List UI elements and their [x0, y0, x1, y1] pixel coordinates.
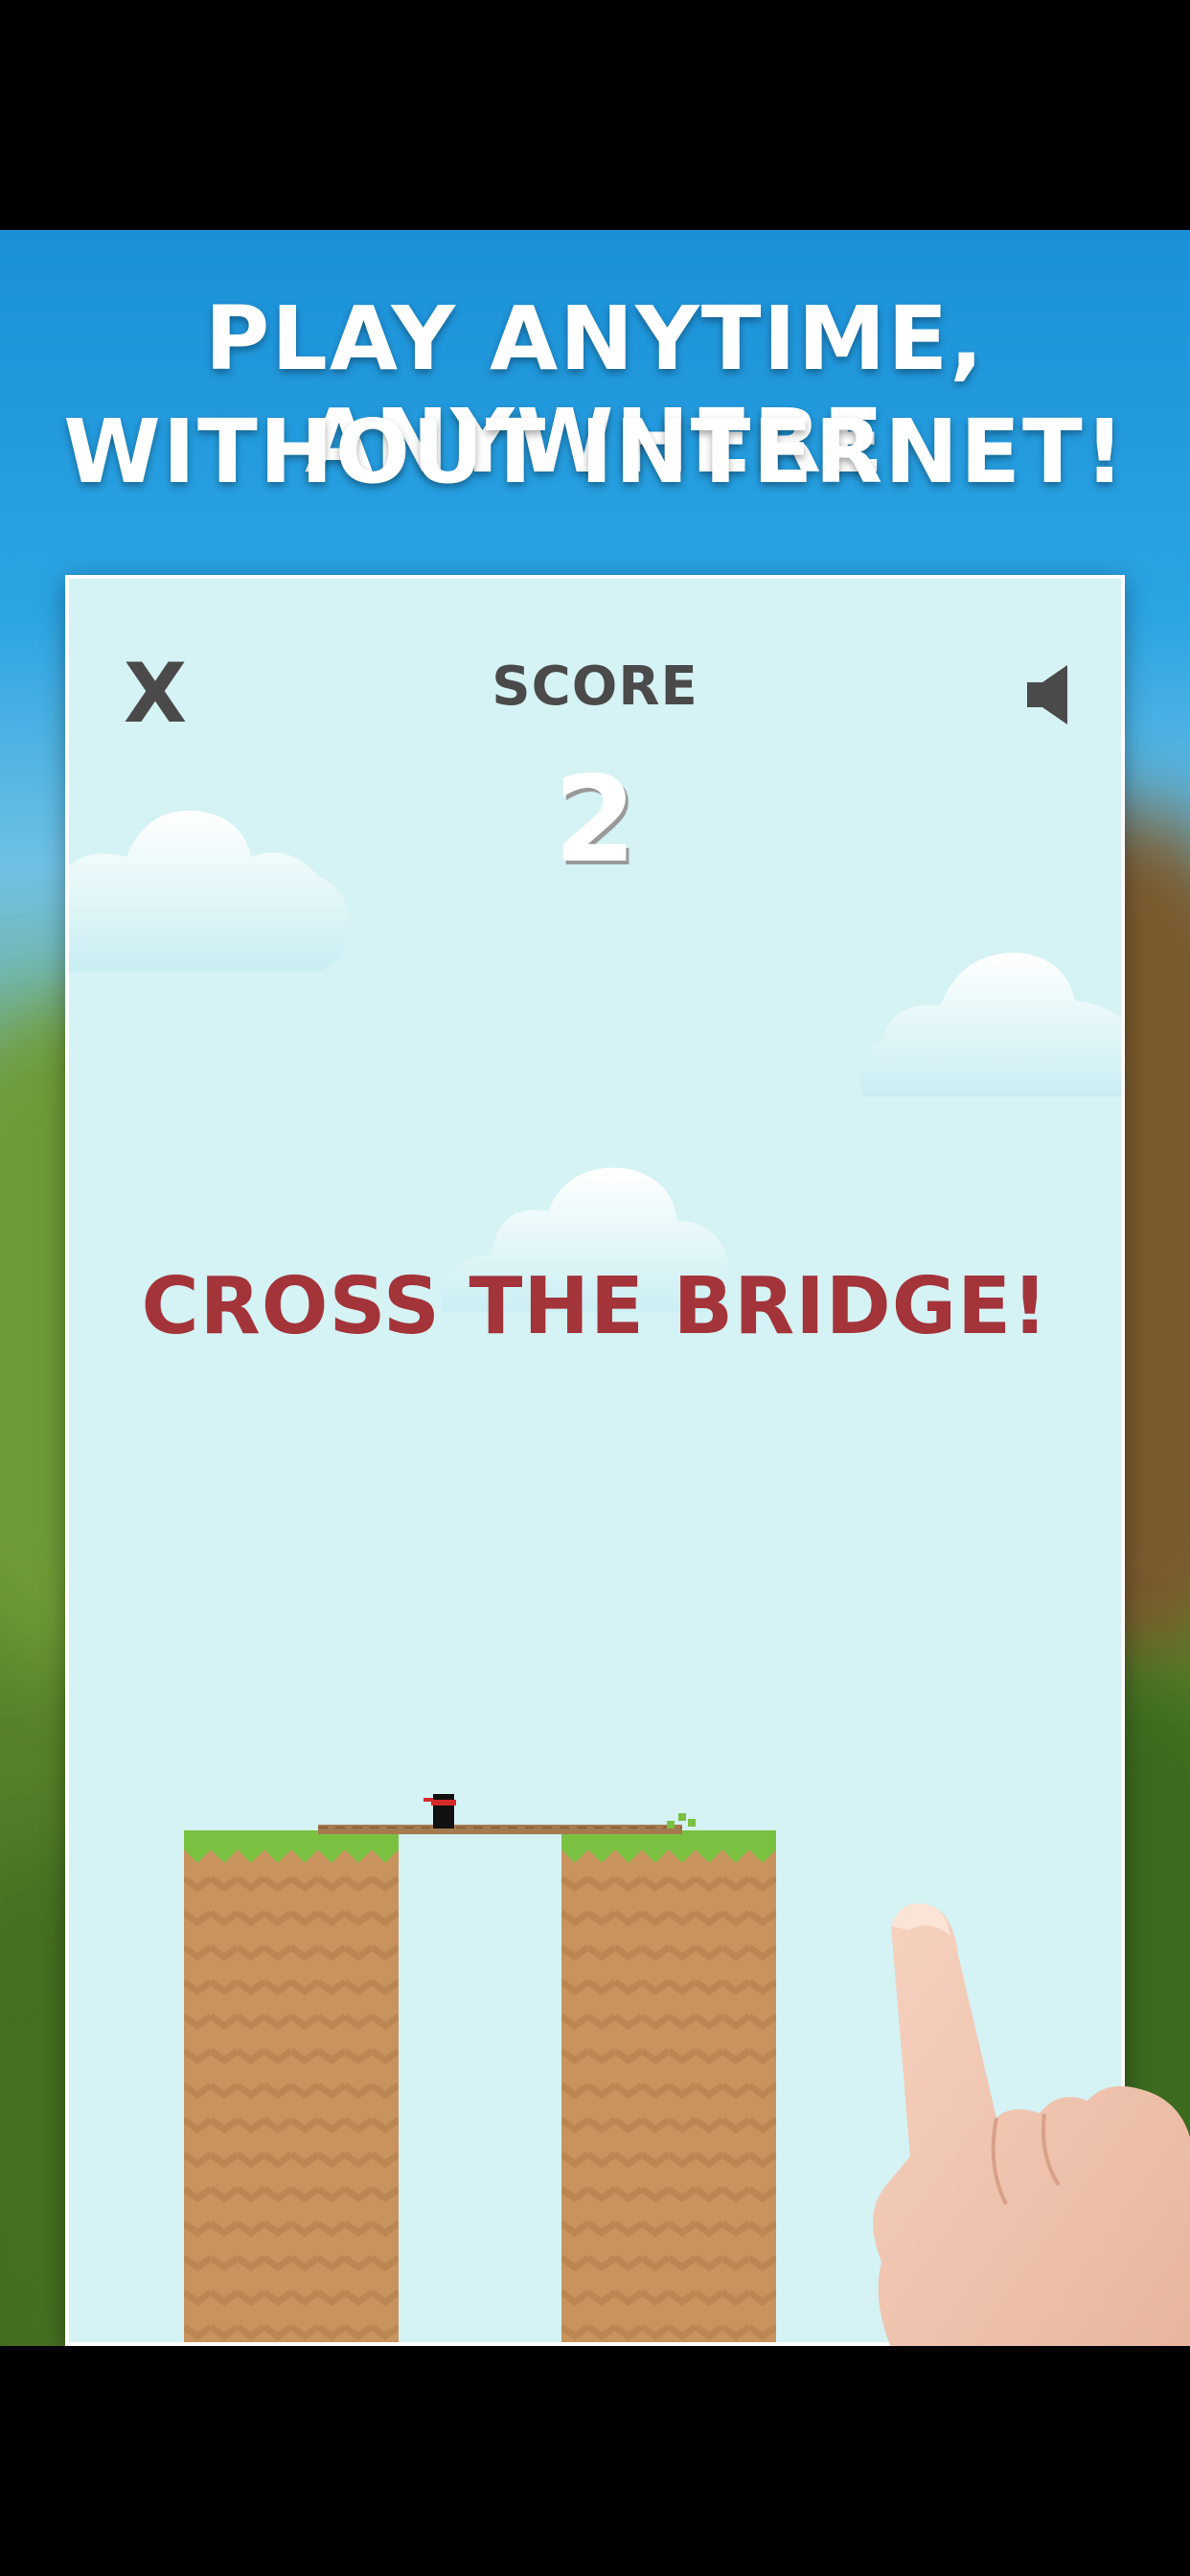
score-value: 2	[553, 751, 637, 889]
letterbox-bottom	[0, 2346, 1190, 2576]
screenshot-root: PLAY ANYTIME, ANYWHERE WITHOUT INTERNET!	[0, 0, 1190, 2576]
cloud-right	[859, 953, 1121, 1096]
score-label: SCORE	[492, 656, 698, 718]
bridge-plank	[318, 1825, 682, 1834]
right-pillar	[561, 1830, 776, 2342]
headline-line-2: WITHOUT INTERNET!	[63, 401, 1127, 503]
grass-debris	[667, 1813, 696, 1828]
speaker-icon	[1027, 665, 1067, 724]
ninja-player	[423, 1794, 456, 1828]
letterbox-top	[0, 0, 1190, 230]
left-pillar	[184, 1830, 399, 2342]
instruction-text: CROSS THE BRIDGE!	[141, 1261, 1049, 1352]
pointing-hand-icon	[873, 1903, 1190, 2348]
sound-button[interactable]	[1025, 661, 1083, 728]
